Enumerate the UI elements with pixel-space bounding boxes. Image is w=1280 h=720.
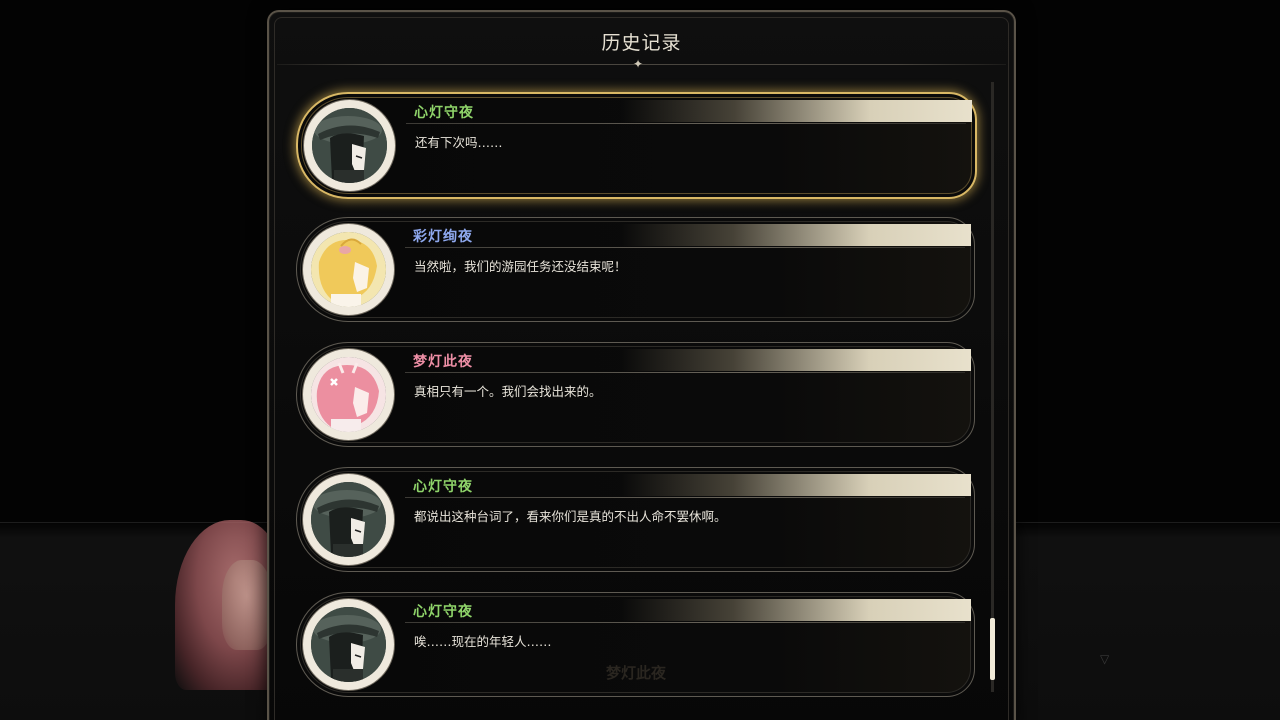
speaker-name: 梦灯此夜 (413, 354, 473, 370)
name-bar (406, 100, 972, 122)
speaker-name: 心灯守夜 (413, 604, 473, 620)
portrait-frame (303, 349, 394, 440)
speaker-name: 心灯守夜 (413, 479, 473, 495)
background-next-arrow-icon: ▽ (1100, 652, 1110, 666)
portrait-frame (303, 474, 394, 565)
history-title: 历史记录 (601, 32, 682, 54)
dark-hair-character-icon (312, 108, 387, 183)
dialogue-text: 都说出这种台词了，看来你们是真的不出人命不罢休啊。 (414, 509, 727, 524)
speaker-name: 心灯守夜 (414, 105, 474, 121)
portrait-frame (304, 100, 395, 191)
blonde-character-icon (311, 232, 386, 307)
history-entry[interactable]: 梦灯此夜 真相只有一个。我们会找出来的。 (296, 342, 975, 447)
history-entry[interactable]: 心灯守夜 还有下次吗…… (296, 92, 977, 199)
dialogue-text: 真相只有一个。我们会找出来的。 (414, 384, 602, 399)
name-bar (405, 349, 971, 371)
background-speaker-name: 梦灯此夜 (606, 664, 667, 682)
scrollbar-track[interactable] (991, 82, 994, 692)
dialogue-text: 唉……现在的年轻人…… (414, 634, 552, 649)
history-entry[interactable]: 心灯守夜 都说出这种台词了，看来你们是真的不出人命不罢休啊。 (296, 467, 975, 572)
dialogue-text: 还有下次吗…… (415, 135, 503, 150)
name-divider (405, 622, 965, 623)
background-character-face (222, 560, 272, 650)
sparkle-icon: ✦ (633, 57, 644, 71)
scrollbar-thumb[interactable] (990, 618, 995, 680)
dialogue-text: 当然啦，我们的游园任务还没结束呢！ (414, 259, 627, 274)
portrait-frame (303, 599, 394, 690)
dark-hair-character-icon (311, 607, 386, 682)
name-divider (406, 123, 966, 124)
name-bar (405, 474, 971, 496)
history-panel: 历史记录 ✦ 心灯守夜 还有下次吗…… 彩灯绚夜 当然啦，我们的游园任务还没结束… (267, 10, 1016, 720)
history-entry[interactable]: 彩灯绚夜 当然啦，我们的游园任务还没结束呢！ (296, 217, 975, 322)
dark-hair-character-icon (311, 482, 386, 557)
portrait-frame (303, 224, 394, 315)
name-divider (405, 247, 965, 248)
name-divider (405, 497, 965, 498)
speaker-name: 彩灯绚夜 (413, 229, 473, 245)
name-bar (405, 599, 971, 621)
name-bar (405, 224, 971, 246)
game-screen: ▽ 历史记录 ✦ 心灯守夜 还有下次吗…… 彩灯绚夜 当然啦，我们的游园任务还没… (0, 0, 1280, 720)
name-divider (405, 372, 965, 373)
pink-hair-character-icon (311, 357, 386, 432)
